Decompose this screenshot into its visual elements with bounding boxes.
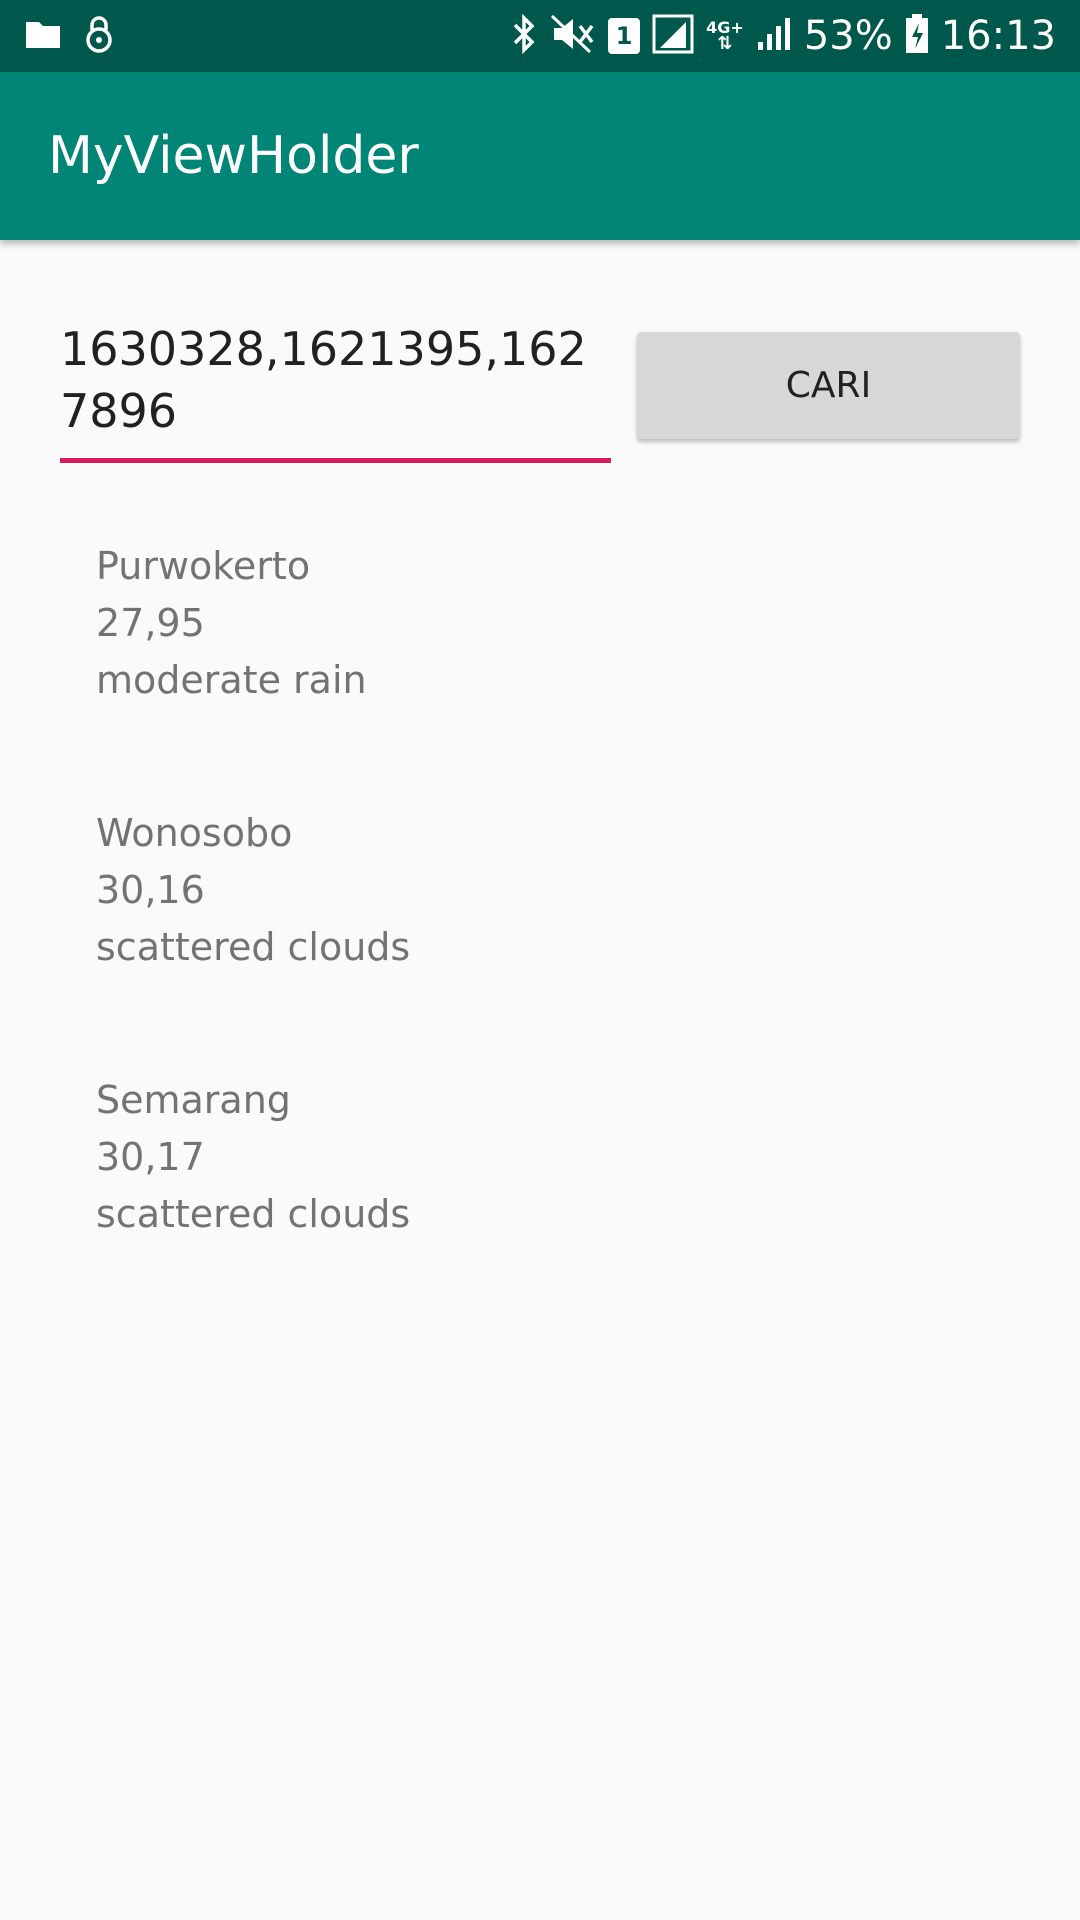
city-id-input[interactable]: 1630328,1621395,1627896 — [60, 318, 611, 468]
input-underline — [60, 458, 611, 463]
battery-icon — [905, 14, 929, 58]
clock: 16:13 — [940, 13, 1056, 59]
weather-description: scattered clouds — [96, 1192, 411, 1236]
temperature: 30,17 — [96, 1135, 205, 1179]
weather-description: scattered clouds — [96, 925, 411, 969]
lock-icon — [84, 15, 114, 57]
temperature: 27,95 — [96, 601, 205, 645]
sim-slot-number: 1 — [615, 22, 633, 50]
city-name: Purwokerto — [96, 544, 311, 588]
city-id-input-text[interactable]: 1630328,1621395,1627896 — [60, 318, 611, 442]
signal-icon — [652, 14, 694, 58]
app-title: MyViewHolder — [48, 126, 419, 186]
search-button[interactable]: CARI — [637, 332, 1020, 439]
weather-list[interactable]: Purwokerto 27,95 moderate rain Wonosobo … — [96, 538, 996, 1339]
bluetooth-icon — [510, 13, 538, 58]
list-item[interactable]: Purwokerto 27,95 moderate rain — [96, 538, 996, 805]
app-bar: MyViewHolder — [0, 72, 1080, 240]
city-name: Wonosobo — [96, 811, 293, 855]
vibrate-icon — [550, 14, 596, 58]
folder-icon — [24, 18, 62, 54]
list-item[interactable]: Semarang 30,17 scattered clouds — [96, 1072, 996, 1339]
sim-icon: 1 — [608, 18, 641, 54]
temperature: 30,16 — [96, 868, 205, 912]
search-button-label: CARI — [785, 365, 872, 406]
weather-description: moderate rain — [96, 658, 367, 702]
status-bar: 1 4G+ ⇅ 53% 16:13 — [0, 0, 1080, 72]
battery-percent: 53% — [803, 13, 893, 59]
network-icon: 4G+ ⇅ — [706, 18, 744, 54]
city-name: Semarang — [96, 1078, 291, 1122]
list-item[interactable]: Wonosobo 30,16 scattered clouds — [96, 805, 996, 1072]
signal2-icon — [756, 16, 792, 56]
